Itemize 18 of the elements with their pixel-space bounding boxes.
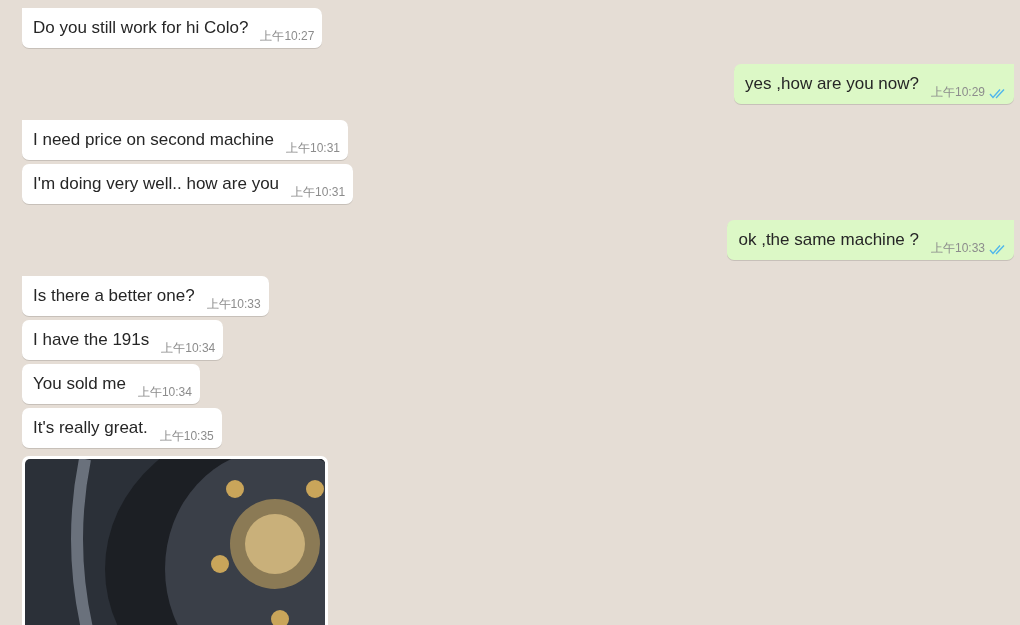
message-time: 上午10:33 xyxy=(206,296,261,313)
message-text: It's really great. xyxy=(33,418,148,438)
message-time: 上午10:31 xyxy=(291,184,346,201)
message-time: 上午10:33 xyxy=(930,240,985,257)
message-text: I have the 191s xyxy=(33,330,150,350)
message-text: yes ,how are you now? xyxy=(745,74,919,94)
message-time: 上午10:34 xyxy=(161,340,216,357)
message-time: 上午10:31 xyxy=(286,140,341,157)
message-time: 上午10:27 xyxy=(260,28,315,45)
message-text: I need price on second machine xyxy=(33,130,274,150)
message-text: ok ,the same machine ? xyxy=(738,230,919,250)
message-time: 上午10:29 xyxy=(930,84,985,101)
message-time: 上午10:35 xyxy=(159,428,214,445)
message-time: 上午10:34 xyxy=(137,384,192,401)
message-text: Do you still work for hi Colo? xyxy=(33,18,249,38)
message-text: Is there a better one? xyxy=(33,286,195,306)
message-text: I'm doing very well.. how are you xyxy=(33,174,280,194)
message-text: You sold me xyxy=(33,374,126,394)
